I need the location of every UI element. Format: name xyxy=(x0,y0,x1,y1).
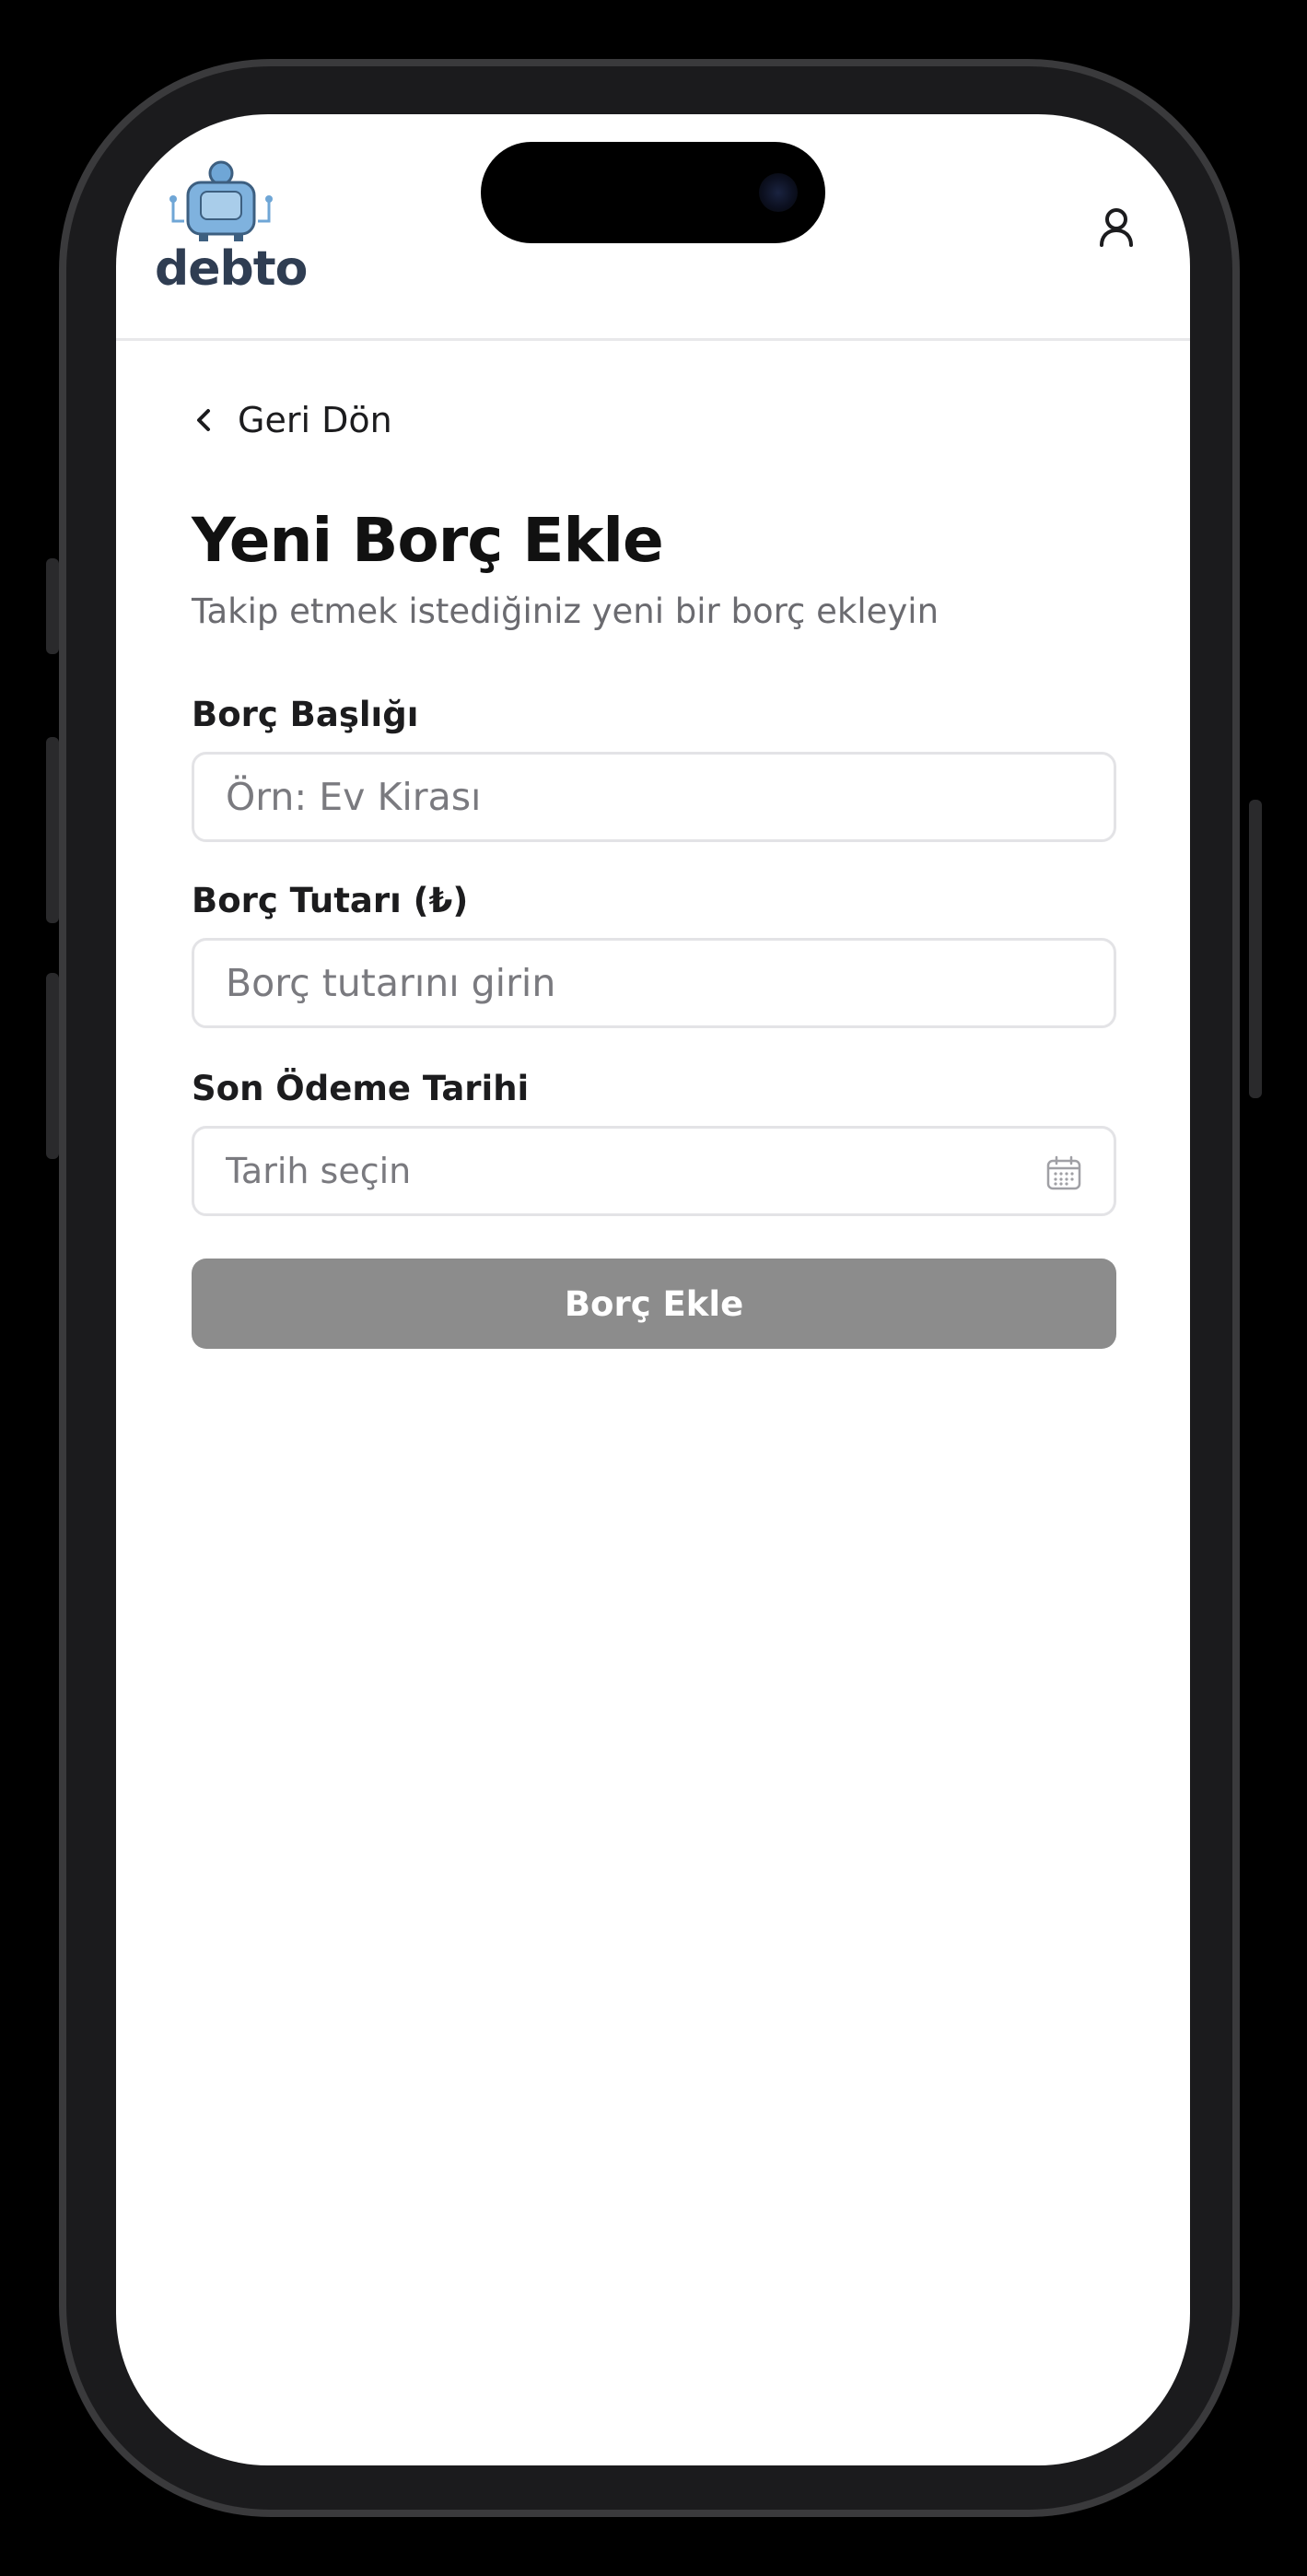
action-button xyxy=(46,558,59,654)
dynamic-island xyxy=(481,142,825,243)
due-date-label: Son Ödeme Tarihi xyxy=(192,1069,530,1108)
calendar-icon[interactable] xyxy=(1045,1154,1082,1191)
chevron-left-icon xyxy=(197,409,210,431)
logo-wordmark: debto xyxy=(155,241,308,297)
debt-title-label: Borç Başlığı xyxy=(192,695,419,734)
back-label: Geri Dön xyxy=(238,400,392,440)
volume-down-button xyxy=(46,973,59,1159)
app-logo[interactable]: debto xyxy=(155,160,308,308)
profile-button[interactable] xyxy=(1091,203,1142,254)
power-button xyxy=(1249,800,1262,1098)
piggy-bank-logo-icon xyxy=(169,160,273,241)
due-date-field-container xyxy=(192,1126,1116,1216)
user-icon xyxy=(1100,208,1133,247)
debt-amount-field-container xyxy=(192,938,1116,1028)
page-title: Yeni Borç Ekle xyxy=(192,505,664,576)
due-date-input[interactable] xyxy=(194,1129,1114,1213)
debt-amount-input[interactable] xyxy=(194,941,1114,1025)
page-subtitle: Takip etmek istediğiniz yeni bir borç ek… xyxy=(192,591,939,631)
add-debt-button[interactable]: Borç Ekle xyxy=(192,1259,1116,1349)
debt-title-field-container xyxy=(192,752,1116,842)
volume-up-button xyxy=(46,737,59,923)
back-link[interactable]: Geri Dön xyxy=(190,400,392,440)
front-camera xyxy=(759,173,798,212)
app-screen: debto Geri Dön Yeni Borç Ekle Takip etme… xyxy=(116,114,1190,2465)
debt-title-input[interactable] xyxy=(194,755,1114,839)
debt-amount-label: Borç Tutarı (₺) xyxy=(192,881,469,920)
